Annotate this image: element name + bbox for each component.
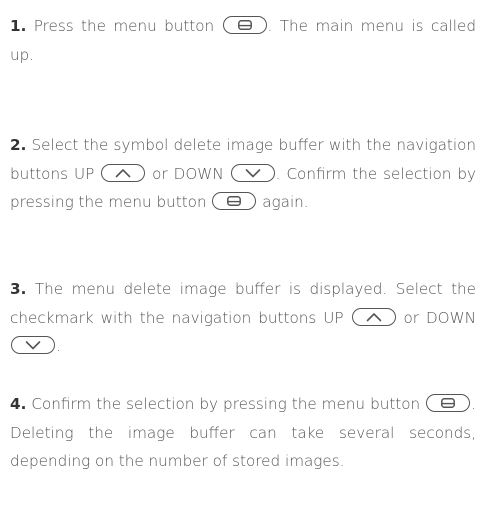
step-text: or DOWN <box>396 308 476 327</box>
up-button-icon <box>101 163 146 182</box>
step-text: or DOWN <box>146 164 230 183</box>
menu-button-icon <box>222 16 267 34</box>
step-2: 2. Select the symbol delete image buffer… <box>10 131 476 217</box>
step-4: 4. Confirm the selection by pressing the… <box>10 390 476 476</box>
down-button-icon <box>11 336 55 355</box>
menu-button-icon <box>426 394 471 412</box>
step-number: 3. <box>10 280 27 298</box>
step-text: . <box>56 337 61 356</box>
step-3: 3. The menu delete image buffer is displ… <box>10 275 476 361</box>
step-number: 1. <box>10 17 27 35</box>
step-1: 1. Press the menu button . The main menu… <box>10 12 476 69</box>
step-text: Press the menu button <box>26 17 222 35</box>
menu-button-icon <box>212 192 257 211</box>
step-text: Confirm the selection by pressing the me… <box>26 395 426 413</box>
up-button-icon <box>351 307 396 326</box>
step-number: 4. <box>10 395 27 413</box>
down-button-icon <box>230 163 275 182</box>
step-text: again. <box>257 193 309 212</box>
step-number: 2. <box>10 136 27 154</box>
